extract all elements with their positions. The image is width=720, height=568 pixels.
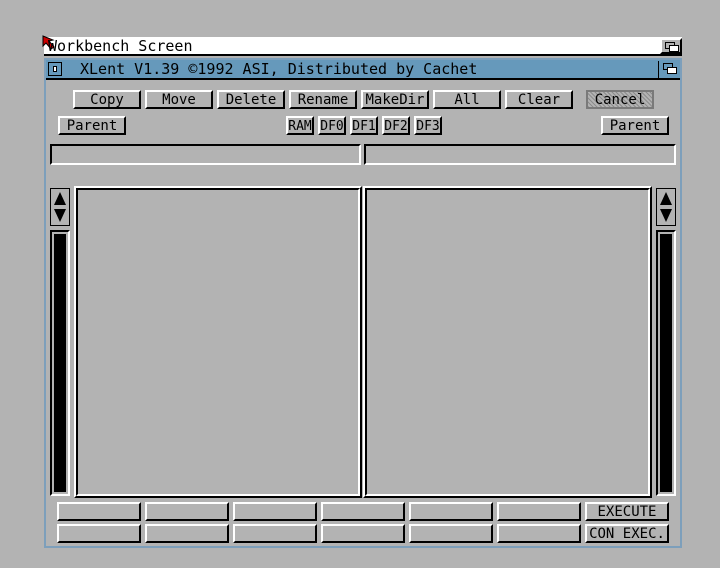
right-scrollbar-knob[interactable] bbox=[660, 234, 672, 492]
function-button[interactable] bbox=[233, 502, 317, 521]
left-file-list[interactable] bbox=[74, 186, 362, 498]
scroll-down-arrow-icon bbox=[660, 209, 672, 222]
function-button[interactable] bbox=[321, 502, 405, 521]
device-df0-button[interactable]: DF0 bbox=[318, 116, 346, 135]
function-button[interactable] bbox=[145, 524, 229, 543]
right-scroll-arrows[interactable] bbox=[656, 188, 676, 226]
device-ram-button[interactable]: RAM bbox=[286, 116, 314, 135]
function-button[interactable] bbox=[233, 524, 317, 543]
delete-button[interactable]: Delete bbox=[217, 90, 285, 109]
con-exec-button[interactable]: CON EXEC. bbox=[585, 524, 669, 543]
copy-button[interactable]: Copy bbox=[73, 90, 141, 109]
function-button[interactable] bbox=[145, 502, 229, 521]
right-scrollbar-track[interactable] bbox=[656, 230, 676, 496]
rename-button[interactable]: Rename bbox=[289, 90, 357, 109]
xlent-window: XLent V1.39 ©1992 ASI, Distributed by Ca… bbox=[44, 58, 682, 548]
close-gadget[interactable] bbox=[48, 62, 62, 76]
all-button[interactable]: All bbox=[433, 90, 501, 109]
right-path-field[interactable] bbox=[364, 144, 676, 165]
scroll-up-arrow-icon bbox=[660, 192, 672, 205]
window-depth-gadget[interactable] bbox=[658, 61, 680, 78]
left-scrollbar-knob[interactable] bbox=[54, 234, 66, 492]
makedir-button[interactable]: MakeDir bbox=[361, 90, 429, 109]
left-scroll-arrows[interactable] bbox=[50, 188, 70, 226]
function-button[interactable] bbox=[497, 524, 581, 543]
function-button[interactable] bbox=[57, 524, 141, 543]
cancel-button[interactable]: Cancel bbox=[586, 90, 654, 109]
right-file-list[interactable] bbox=[363, 186, 652, 498]
window-titlebar[interactable]: XLent V1.39 ©1992 ASI, Distributed by Ca… bbox=[46, 60, 680, 80]
scroll-down-arrow-icon bbox=[54, 209, 66, 222]
screen-titlebar: Workbench Screen bbox=[42, 35, 682, 56]
function-button[interactable] bbox=[57, 502, 141, 521]
device-df2-button[interactable]: DF2 bbox=[382, 116, 410, 135]
window-title: XLent V1.39 ©1992 ASI, Distributed by Ca… bbox=[80, 60, 478, 78]
screen-depth-gadget[interactable] bbox=[660, 38, 682, 54]
close-icon bbox=[53, 66, 57, 72]
screen-title: Workbench Screen bbox=[48, 37, 193, 55]
function-button[interactable] bbox=[409, 502, 493, 521]
function-button[interactable] bbox=[409, 524, 493, 543]
clear-button[interactable]: Clear bbox=[505, 90, 573, 109]
left-scrollbar-track[interactable] bbox=[50, 230, 70, 496]
left-path-text bbox=[52, 150, 55, 165]
device-df3-button[interactable]: DF3 bbox=[414, 116, 442, 135]
execute-button[interactable]: EXECUTE bbox=[585, 502, 669, 521]
left-path-field[interactable] bbox=[50, 144, 361, 165]
left-parent-button[interactable]: Parent bbox=[58, 116, 126, 135]
move-button[interactable]: Move bbox=[145, 90, 213, 109]
function-button[interactable] bbox=[497, 502, 581, 521]
function-button[interactable] bbox=[321, 524, 405, 543]
right-parent-button[interactable]: Parent bbox=[601, 116, 669, 135]
right-path-text bbox=[366, 150, 369, 165]
scroll-up-arrow-icon bbox=[54, 192, 66, 205]
device-df1-button[interactable]: DF1 bbox=[350, 116, 378, 135]
